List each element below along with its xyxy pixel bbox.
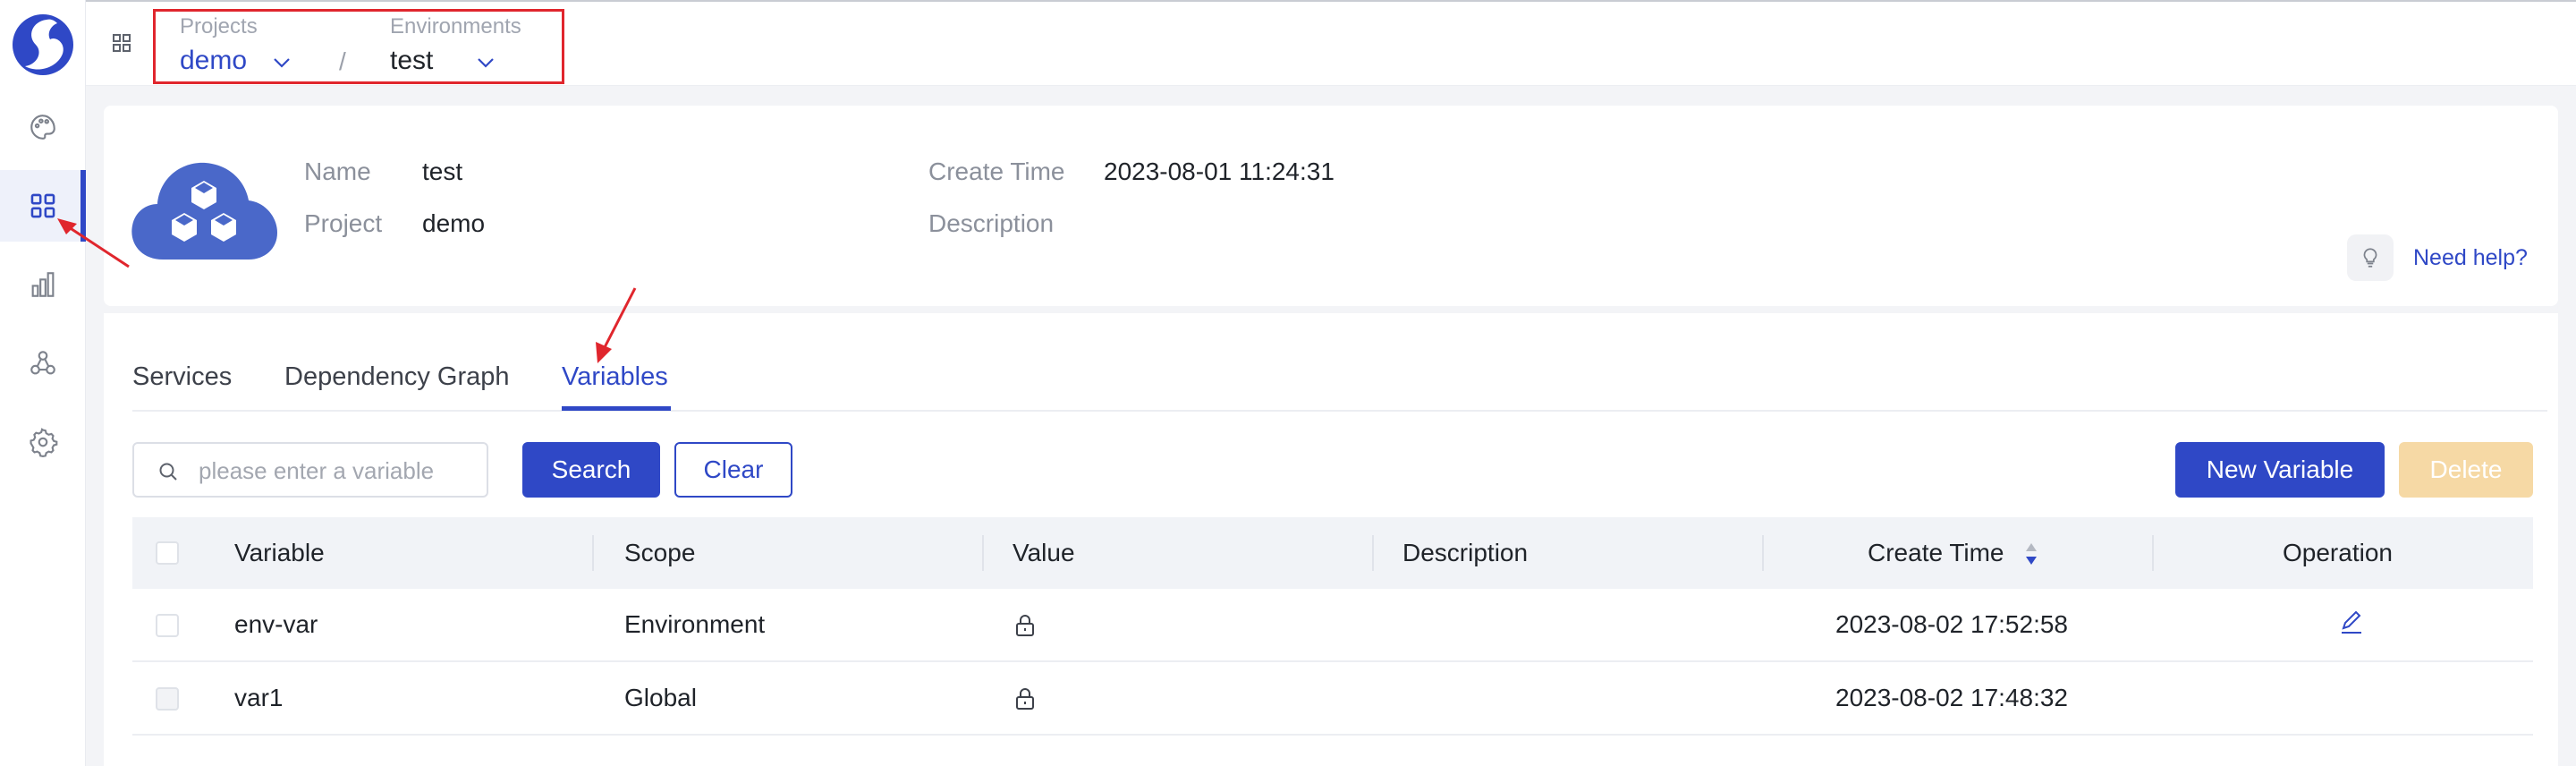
column-header-value: Value	[1013, 539, 1075, 566]
create-time-cell: 2023-08-02 17:48:32	[1835, 684, 2068, 711]
scope-cell: Global	[624, 684, 697, 711]
environments-label: Environments	[390, 14, 521, 38]
column-header-operation: Operation	[2283, 539, 2393, 566]
need-help-link[interactable]: Need help?	[2347, 234, 2528, 281]
palette-icon	[30, 115, 55, 140]
description-label: Description	[928, 209, 1055, 237]
grid-icon	[30, 193, 55, 218]
tabs-divider	[132, 410, 2547, 412]
lightbulb-icon	[2347, 234, 2394, 281]
nodes-icon	[30, 351, 55, 375]
project-info-value: demo	[422, 209, 486, 237]
column-header-scope: Scope	[624, 539, 696, 566]
variable-name-cell: env-var	[234, 610, 318, 638]
sidebar-item-settings[interactable]	[0, 406, 86, 478]
clear-button[interactable]: Clear	[674, 442, 792, 498]
delete-button: Delete	[2399, 442, 2533, 498]
variables-panel: Services Dependency Graph Variables Sear…	[104, 313, 2558, 766]
column-header-create-time[interactable]: Create Time	[1868, 539, 2004, 567]
chevron-down-icon[interactable]	[272, 56, 292, 69]
create-time-label: Create Time	[928, 157, 1065, 185]
sidebar	[0, 0, 86, 766]
breadcrumb-separator: /	[339, 47, 346, 75]
app-logo[interactable]	[11, 9, 75, 79]
sort-icon[interactable]	[2023, 540, 2039, 567]
tab-services[interactable]: Services	[132, 362, 232, 392]
chevron-down-icon[interactable]	[476, 56, 496, 69]
sidebar-item-projects[interactable]	[0, 170, 86, 242]
table-row: var1 Global 2023-08-02 17:48:32	[132, 662, 2533, 736]
create-time-cell: 2023-08-02 17:52:58	[1835, 610, 2068, 638]
column-divider	[982, 535, 984, 571]
table-header: Variable Scope Value Description Create …	[132, 517, 2533, 589]
variable-search-box[interactable]	[132, 442, 488, 498]
column-header-description: Description	[1402, 539, 1529, 566]
new-variable-button[interactable]: New Variable	[2175, 442, 2385, 498]
table-row: env-var Environment 2023-08-02 17:52:58	[132, 589, 2533, 662]
row-checkbox[interactable]	[156, 614, 179, 637]
environment-info-card: Name test Project demo Create Time 2023-…	[104, 106, 2558, 306]
apps-icon[interactable]	[111, 32, 132, 54]
variable-search-input[interactable]	[199, 455, 476, 487]
column-divider	[2152, 535, 2154, 571]
projects-label: Projects	[180, 14, 258, 38]
create-time-value: 2023-08-01 11:24:31	[1104, 157, 1335, 185]
column-divider	[1372, 535, 1374, 571]
project-label: Project	[304, 209, 383, 237]
search-button[interactable]: Search	[522, 442, 660, 498]
lock-icon	[1016, 688, 1034, 710]
select-all-checkbox[interactable]	[156, 541, 179, 565]
sidebar-item-statistics[interactable]	[0, 249, 86, 320]
row-checkbox	[156, 687, 179, 711]
bar-chart-icon	[31, 272, 55, 297]
column-header-variable: Variable	[234, 539, 325, 566]
search-icon	[159, 463, 177, 481]
column-divider	[1762, 535, 1764, 571]
scope-cell: Environment	[624, 610, 766, 638]
need-help-text[interactable]: Need help?	[2413, 245, 2528, 271]
top-bar: Projects demo / Environments test	[86, 0, 2576, 86]
gear-icon	[30, 428, 58, 457]
tab-dependency-graph[interactable]: Dependency Graph	[284, 362, 510, 392]
edit-icon[interactable]	[2338, 609, 2365, 635]
column-divider	[592, 535, 594, 571]
sidebar-item-delivery[interactable]	[0, 328, 86, 399]
variable-name-cell: var1	[234, 684, 284, 711]
lock-icon	[1016, 615, 1034, 636]
environment-value[interactable]: test	[390, 46, 433, 76]
name-label: Name	[304, 157, 371, 185]
sidebar-item-overview[interactable]	[0, 91, 86, 163]
project-environment-switcher: Projects demo / Environments test	[153, 9, 564, 84]
project-value[interactable]: demo	[180, 46, 247, 76]
environment-cloud-icon	[131, 162, 277, 260]
tab-variables[interactable]: Variables	[562, 362, 668, 392]
active-tab-indicator	[562, 406, 671, 411]
name-value: test	[422, 157, 463, 185]
